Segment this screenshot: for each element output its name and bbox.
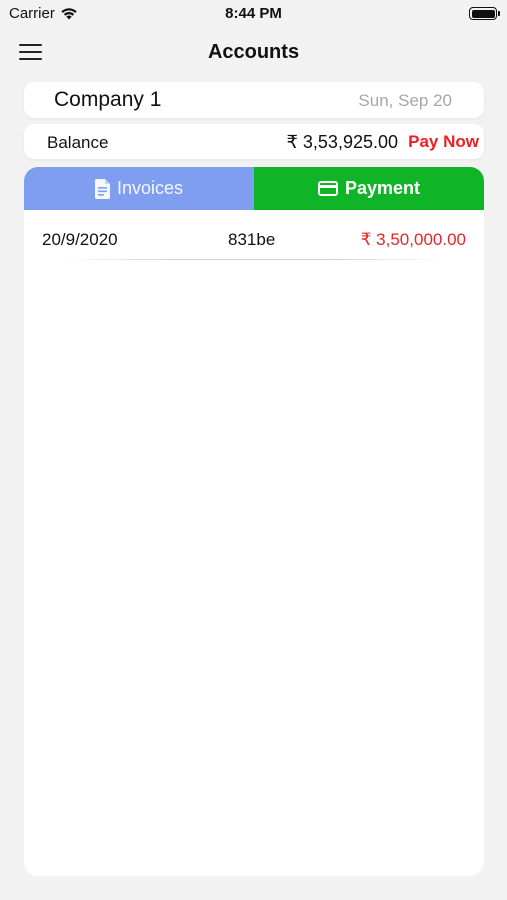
balance-label: Balance — [47, 133, 109, 152]
document-icon — [94, 178, 110, 199]
payment-date: 20/9/2020 — [42, 230, 118, 249]
company-date: Sun, Sep 20 — [358, 91, 452, 110]
company-name: Company 1 — [54, 88, 162, 111]
transactions-panel: Invoices Payment 20/9/2020 831be ₹ 3,50,… — [24, 167, 484, 876]
page-title: Accounts — [207, 41, 300, 63]
tab-bar: Invoices Payment — [24, 167, 484, 210]
tab-invoices-label: Invoices — [116, 178, 184, 198]
status-bar: Carrier 8:44 PM — [0, 0, 507, 28]
pay-now-button[interactable]: Pay Now — [408, 132, 479, 152]
balance-amount: ₹ 3,53,925.00 — [286, 132, 398, 152]
credit-card-icon — [317, 181, 338, 196]
list-item[interactable]: 20/9/2020 831be ₹ 3,50,000.00 — [42, 210, 466, 260]
navigation-bar: Accounts — [0, 30, 507, 74]
tab-invoices[interactable]: Invoices — [24, 167, 254, 210]
tab-payment[interactable]: Payment — [254, 167, 484, 210]
company-card: Company 1 Sun, Sep 20 — [24, 82, 484, 118]
payment-list: 20/9/2020 831be ₹ 3,50,000.00 — [24, 210, 484, 260]
tab-payment-label: Payment — [344, 178, 421, 198]
balance-card: Balance ₹ 3,53,925.00 Pay Now — [24, 124, 484, 159]
row-divider — [62, 259, 446, 260]
status-time: 8:44 PM — [225, 5, 282, 22]
battery-icon — [469, 7, 500, 20]
payment-amount: ₹ 3,50,000.00 — [360, 230, 466, 249]
payment-reference: 831be — [228, 230, 276, 249]
